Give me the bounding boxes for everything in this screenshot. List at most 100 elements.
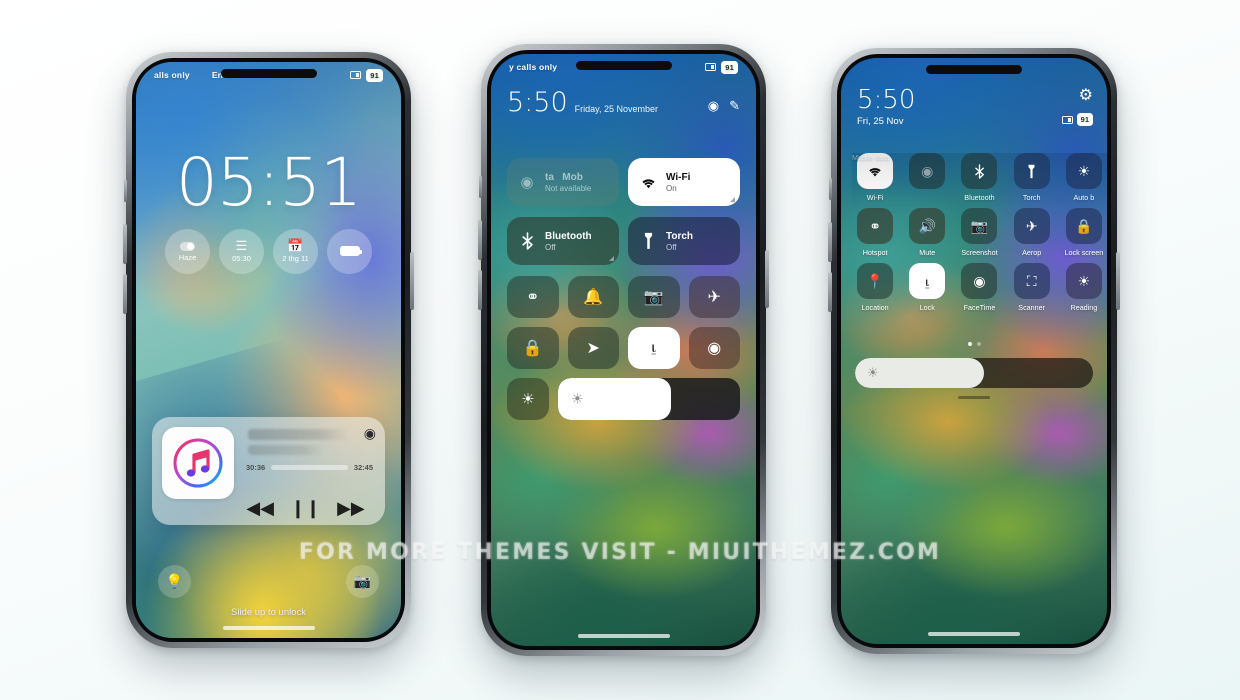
volume-up-button[interactable] — [123, 224, 127, 264]
mute-switch[interactable] — [124, 180, 127, 202]
tile-lock[interactable]: 🔒 — [507, 327, 559, 369]
widget-battery[interactable] — [327, 229, 372, 274]
edit-icon[interactable]: ✎ — [729, 98, 740, 114]
widget-haze[interactable]: Haze — [165, 229, 210, 274]
control-center-date: Fri, 25 Nov — [857, 116, 904, 127]
tile-name: Wi-Fi — [666, 171, 691, 183]
airplane-icon: ✈ — [1013, 208, 1050, 244]
rewind-icon[interactable]: ◀◀ — [246, 499, 274, 517]
expand-corner-icon[interactable] — [730, 197, 735, 202]
big-tile-row-1: ◉ ta Mob Not available Wi-Fi On — [507, 158, 740, 206]
tile-status: Off — [666, 242, 677, 252]
tile-bluetooth[interactable]: Bluetooth Off — [507, 217, 619, 265]
phone-1-screen: alls only En 91 05:51 Haze ☰ 05:30 📅 2 t… — [136, 62, 401, 638]
apple-music-icon — [173, 438, 223, 488]
tile-screenshot[interactable]: 📷 — [628, 276, 680, 318]
phone-3-control-center-expanded: 5:50 Fri, 25 Nov ⚙ 91 Mobile data ☀ ⚭ 🔊 … — [828, 48, 1120, 654]
tile-status: Not available — [545, 183, 592, 193]
home-indicator[interactable] — [928, 632, 1020, 636]
big-tile-row-2: Bluetooth Off Torch Off — [507, 217, 740, 265]
wifi-icon — [638, 176, 658, 189]
power-button[interactable] — [1116, 252, 1120, 310]
progress-track[interactable] — [271, 465, 348, 470]
pause-icon[interactable]: ❙❙ — [290, 499, 320, 517]
track-title — [248, 429, 349, 440]
drag-handle[interactable] — [958, 396, 990, 399]
brightness-slider[interactable]: ☀ — [855, 358, 1093, 388]
scan-icon: ⛶ — [1013, 263, 1050, 299]
tile-mobile-data[interactable]: ◉ Mobile data — [852, 153, 1107, 312]
phone-2-notch — [575, 61, 672, 70]
widget-label: 05:30 — [232, 254, 251, 263]
flashlight-icon — [638, 232, 658, 250]
phone-2-control-center: y calls only 91 5:50 Friday, 25 November… — [478, 44, 769, 656]
camera-icon[interactable]: 📷 — [346, 565, 379, 598]
tile-wifi[interactable]: Wi-Fi On — [628, 158, 740, 206]
page-dot-1[interactable] — [967, 342, 972, 346]
playback-progress[interactable]: 30:36 32:45 — [246, 463, 373, 472]
tile-status: Off — [545, 242, 556, 252]
hotspot-icon: ⚭ — [857, 208, 894, 244]
volume-up-button[interactable] — [478, 220, 482, 260]
settings-gear-icon[interactable]: ⚙ — [1079, 88, 1093, 104]
volume-down-button[interactable] — [478, 270, 482, 310]
mobile-data-icon: ◉ — [520, 174, 534, 191]
carrier-label: alls only — [154, 70, 190, 80]
fast-forward-icon[interactable]: ▶▶ — [337, 499, 365, 517]
track-artist — [248, 445, 325, 455]
lockscreen-widget-row: Haze ☰ 05:30 📅 2 thg 11 — [136, 229, 401, 274]
sim-card-icon — [350, 71, 362, 79]
auto-brightness-icon: ☀ — [1065, 153, 1102, 189]
power-button[interactable] — [410, 252, 414, 310]
brightness-row: ☀ ☀ — [507, 378, 740, 420]
music-player-widget[interactable]: ◉ 30:36 32:45 ◀◀ ❙❙ ▶▶ — [152, 417, 385, 525]
home-indicator[interactable] — [577, 634, 670, 638]
page-indicator — [841, 342, 1107, 346]
settings-gear-icon[interactable]: ◉ — [708, 98, 719, 114]
tile-status: On — [666, 183, 677, 193]
auto-brightness-icon[interactable]: ☀ — [507, 378, 549, 420]
power-button[interactable] — [765, 250, 769, 308]
airplay-icon[interactable]: ◉ — [364, 426, 376, 440]
quick-settings-grid: Wi-Fi ◉ Mobile data Bluetooth — [852, 153, 1107, 312]
page-dot-2[interactable] — [976, 342, 981, 346]
tile-mobile-data[interactable]: ◉ ta Mob Not available — [507, 158, 619, 206]
tile-location[interactable]: ➤ — [567, 327, 619, 369]
mute-switch[interactable] — [829, 178, 832, 200]
volume-icon: 🔊 — [909, 208, 946, 244]
widget-sunrise[interactable]: ☰ 05:30 — [219, 229, 264, 274]
battery-percent-label: 91 — [1076, 113, 1093, 126]
tile-airplane[interactable]: ✈ — [688, 276, 740, 318]
control-center-clock: 5:50 — [857, 85, 916, 115]
phone-3-screen: 5:50 Fri, 25 Nov ⚙ 91 Mobile data ☀ ⚭ 🔊 … — [841, 58, 1107, 644]
phone-3-header: 5:50 Fri, 25 Nov ⚙ 91 — [857, 85, 1093, 127]
sim-card-icon — [1061, 115, 1073, 124]
tile-notification[interactable]: 🔔 — [567, 276, 619, 318]
home-indicator[interactable] — [222, 626, 315, 630]
tile-record[interactable]: ◉ — [688, 327, 740, 369]
tile-torch[interactable]: Torch Off — [628, 217, 740, 265]
tile-name: Bluetooth — [545, 230, 592, 242]
mute-switch[interactable] — [479, 176, 482, 198]
phone-3-scrim — [841, 58, 1107, 644]
volume-down-button[interactable] — [123, 274, 127, 314]
battery-percent-label: 91 — [366, 68, 383, 82]
sunrise-icon: ☰ — [235, 238, 248, 253]
lockscreen-shortcuts: 💡 📷 — [158, 565, 379, 598]
volume-up-button[interactable] — [828, 222, 832, 262]
flashlight-icon[interactable]: 💡 — [158, 565, 191, 598]
brightness-icon: ☀ — [571, 390, 584, 407]
control-center-clock: 5:50 — [507, 87, 568, 118]
tile-hotspot[interactable]: ⚭ — [507, 276, 559, 318]
phone-1-lockscreen: alls only En 91 05:51 Haze ☰ 05:30 📅 2 t… — [123, 52, 414, 648]
volume-down-button[interactable] — [828, 272, 832, 312]
tile-name-prefix: ta — [545, 171, 554, 183]
tile-name: Mob — [562, 171, 583, 183]
album-art — [162, 427, 234, 499]
tile-rotation-lock[interactable]: ⍸ — [628, 327, 680, 369]
lock-icon: 🔒 — [1065, 208, 1102, 244]
expand-corner-icon[interactable] — [609, 256, 614, 261]
brightness-slider[interactable]: ☀ — [558, 378, 740, 420]
battery-percent-label: 91 — [721, 60, 738, 74]
widget-calendar[interactable]: 📅 2 thg 11 — [273, 229, 318, 274]
